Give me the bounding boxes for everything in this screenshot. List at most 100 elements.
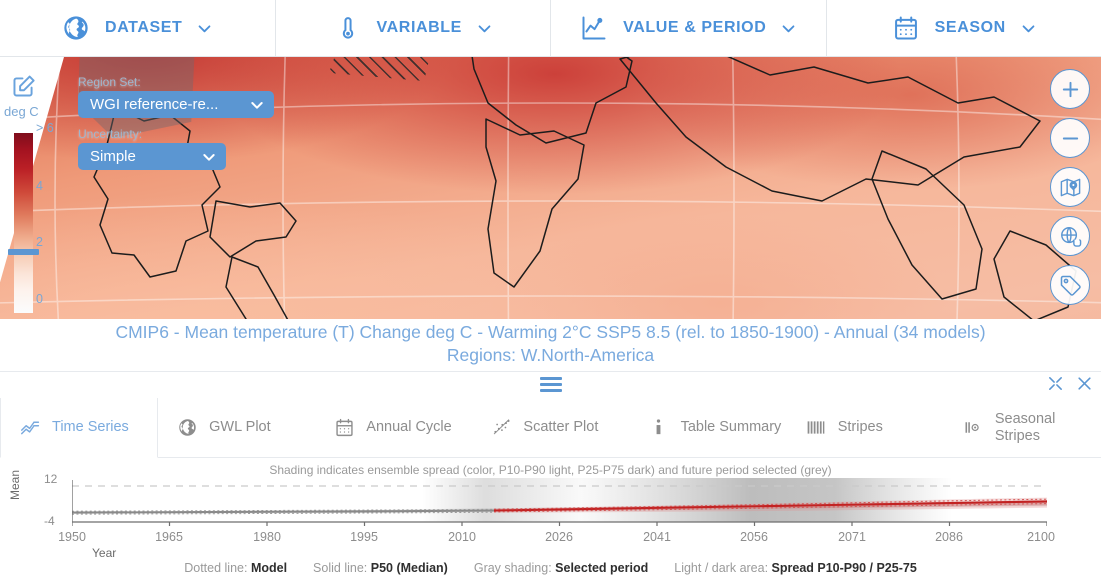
- chart-note: Shading indicates ensemble spread (color…: [269, 463, 832, 477]
- chevron-down-icon: [201, 149, 217, 165]
- legend-value: P50 (Median): [370, 561, 448, 575]
- y-axis-tick: 12: [44, 472, 58, 486]
- legend-value: Spread P10-P90 / P25-75: [771, 561, 917, 575]
- colorbar-tick: 0: [36, 292, 43, 306]
- map-zoom-out-button[interactable]: [1050, 118, 1090, 158]
- tab-stripes[interactable]: Stripes: [787, 398, 944, 457]
- climate-explorer-app: DATASET VARIABLE VALUE & PERIOD SEASON d…: [0, 0, 1101, 583]
- x-axis-tick: 2086: [935, 530, 963, 544]
- x-axis-tick: 2041: [643, 530, 671, 544]
- time-series-icon: [19, 417, 41, 439]
- uncertainty-value: Simple: [90, 148, 136, 165]
- x-axis-tick: 2071: [838, 530, 866, 544]
- zoom-in-icon: [1059, 78, 1082, 101]
- tab-gwl-plot[interactable]: GWL Plot: [158, 398, 315, 457]
- tab-label: Seasonal Stripes: [994, 410, 1056, 444]
- page-title-line1: CMIP6 - Mean temperature (T) Change deg …: [115, 322, 986, 342]
- colorbar-threshold-handle[interactable]: [8, 249, 39, 255]
- nav-variable[interactable]: VARIABLE: [276, 0, 551, 56]
- tab-seasonal-stripes[interactable]: Seasonal Stripes: [944, 398, 1101, 457]
- expand-icon[interactable]: [1047, 375, 1064, 392]
- stripes-icon: [805, 417, 827, 439]
- colorbar-unit-label: deg C: [4, 104, 39, 119]
- nav-label: SEASON: [934, 19, 1006, 36]
- legend-key: Solid line:: [313, 561, 368, 575]
- y-axis-tick: -4: [44, 514, 55, 528]
- zoom-out-icon: [1059, 127, 1082, 150]
- y-axis-title: Mean: [8, 469, 22, 500]
- map-globe-button[interactable]: [1050, 216, 1090, 256]
- globe-hand-icon: [1059, 225, 1082, 248]
- tab-label: Time Series: [52, 419, 129, 435]
- seasonal-stripes-icon: [962, 417, 984, 439]
- legend-item: Gray shading: Selected period: [474, 561, 648, 575]
- map-controls: [1050, 69, 1090, 305]
- legend-key: Gray shading:: [473, 561, 552, 575]
- tab-scatter-plot[interactable]: Scatter Plot: [472, 398, 629, 457]
- tab-label: GWL Plot: [209, 419, 271, 435]
- close-icon[interactable]: [1076, 375, 1093, 392]
- x-axis-tick: 1965: [155, 530, 183, 544]
- regionset-label: Region Set:: [78, 75, 141, 89]
- legend-item: Dotted line: Model: [184, 561, 287, 575]
- legend-key: Light / dark area:: [674, 561, 769, 575]
- legend-value: Model: [250, 561, 288, 575]
- colorbar-tick: 4: [36, 179, 43, 193]
- map-layers-button[interactable]: [1050, 167, 1090, 207]
- x-axis-tick: 1950: [58, 530, 86, 544]
- tab-table-summary[interactable]: Table Summary: [630, 398, 787, 457]
- legend-item: Light / dark area: Spread P10-P90 / P25-…: [674, 561, 917, 575]
- tab-label: Stripes: [837, 419, 883, 435]
- tab-label: Table Summary: [680, 419, 782, 435]
- nav-label: DATASET: [105, 19, 183, 36]
- regionset-value: WGI reference-re...: [90, 96, 219, 113]
- map-viewport[interactable]: deg C > 6 4 2 0 Region Set: WGI referenc…: [0, 57, 1101, 319]
- uncertainty-select[interactable]: Simple: [78, 143, 226, 170]
- chevron-down-icon: [1020, 20, 1037, 37]
- colorbar-panel: deg C > 6 4 2 0: [0, 57, 64, 319]
- map-zoom-in-button[interactable]: [1050, 69, 1090, 109]
- uncertainty-label: Uncertainty:: [78, 127, 143, 141]
- map-control-panel: Region Set: WGI reference-re... Uncertai…: [78, 75, 274, 179]
- line-chart-icon: [579, 13, 609, 43]
- x-axis-title: Year: [92, 546, 117, 560]
- calendar-icon: [891, 13, 921, 43]
- hamburger-menu-icon[interactable]: [539, 377, 562, 395]
- legend-item: Solid line: P50 (Median): [313, 561, 448, 575]
- globe-icon: [61, 13, 91, 43]
- x-axis-tick: 1995: [350, 530, 378, 544]
- regionset-select[interactable]: WGI reference-re...: [78, 91, 274, 118]
- panel-header: [0, 372, 1101, 398]
- legend-key: Dotted line:: [184, 561, 248, 575]
- colorbar-tick: > 6: [36, 121, 54, 135]
- colorbar-gradient[interactable]: [14, 133, 33, 313]
- bottom-panel: Time Series GWL Plot Annual Cycle Scatte…: [0, 371, 1101, 583]
- top-navigation-bar: DATASET VARIABLE VALUE & PERIOD SEASON: [0, 0, 1101, 57]
- nav-season[interactable]: SEASON: [827, 0, 1101, 56]
- legend-value: Selected period: [555, 561, 649, 575]
- chart-legend: Dotted line: Model Solid line: P50 (Medi…: [0, 561, 1101, 575]
- tag-icon: [1059, 274, 1082, 297]
- map-tag-button[interactable]: [1050, 265, 1090, 305]
- thermometer-icon: [333, 13, 363, 43]
- nav-value-period[interactable]: VALUE & PERIOD: [551, 0, 827, 56]
- colorbar-tick: 2: [36, 235, 43, 249]
- x-axis-tick: 2026: [545, 530, 573, 544]
- x-axis-tick: 2100: [1027, 530, 1055, 544]
- tab-time-series[interactable]: Time Series: [0, 398, 159, 458]
- info-icon: [648, 417, 670, 439]
- tab-label: Annual Cycle: [366, 419, 452, 435]
- nav-dataset[interactable]: DATASET: [0, 0, 276, 56]
- chevron-down-icon: [780, 20, 797, 37]
- tab-label: Scatter Plot: [523, 419, 599, 435]
- x-axis-tick: 1980: [253, 530, 281, 544]
- time-series-chart: Shading indicates ensemble spread (color…: [0, 458, 1101, 568]
- tab-annual-cycle[interactable]: Annual Cycle: [315, 398, 472, 457]
- chart-plot-area[interactable]: [72, 478, 1047, 528]
- edit-pencil-icon[interactable]: [11, 73, 37, 99]
- nav-label: VALUE & PERIOD: [623, 19, 767, 36]
- chevron-down-icon: [476, 20, 493, 37]
- panel-header-buttons: [1047, 375, 1093, 392]
- page-title-line2: Regions: W.North-America: [446, 345, 655, 365]
- map-pin-icon: [1059, 176, 1082, 199]
